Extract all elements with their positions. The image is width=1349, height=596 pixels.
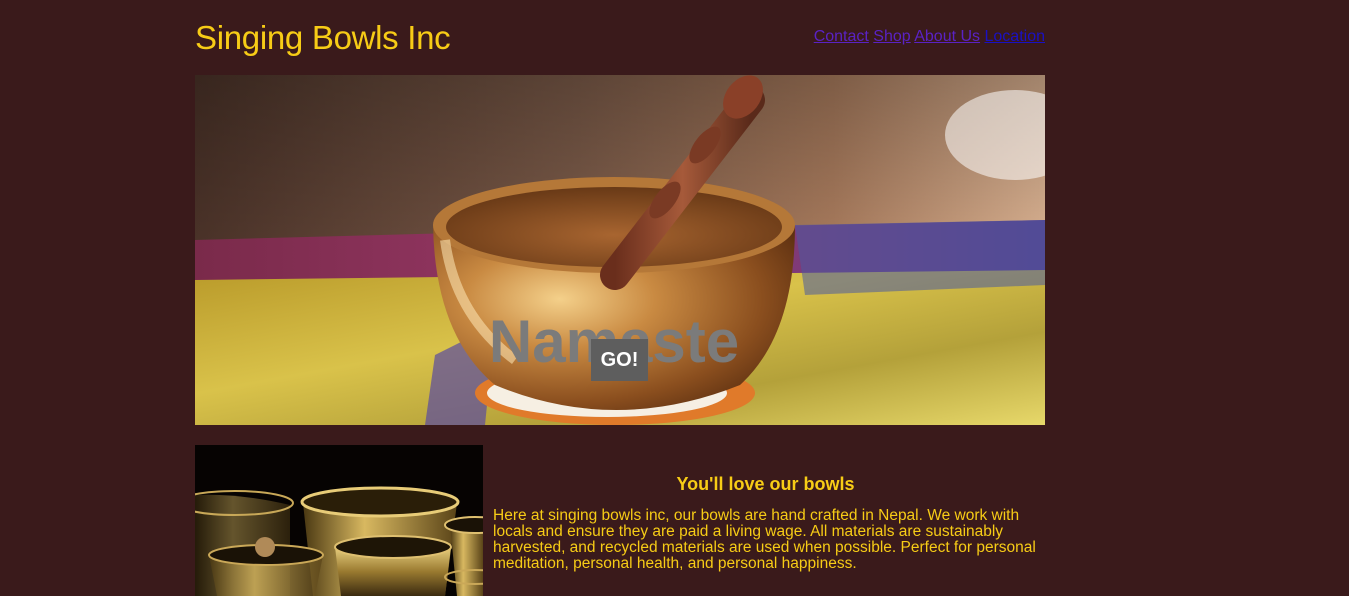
bowls-collection-image (195, 445, 483, 596)
about-body: Here at singing bowls inc, our bowls are… (493, 507, 1036, 572)
nav-link-contact[interactable]: Contact (814, 28, 869, 45)
nav-link-location[interactable]: Location (985, 28, 1046, 45)
nav-link-about-us[interactable]: About Us (914, 28, 980, 45)
nav-link-shop[interactable]: Shop (873, 28, 910, 45)
main-nav: Contact Shop About Us Location (814, 27, 1045, 47)
about-section: You'll love our bowls Here at singing bo… (493, 472, 1038, 572)
site-header: Singing Bowls Inc Contact Shop About Us … (195, 18, 1045, 62)
page: Singing Bowls Inc Contact Shop About Us … (0, 0, 1349, 596)
about-heading: You'll love our bowls (676, 474, 855, 494)
go-button[interactable]: GO! (591, 339, 648, 381)
site-title: Singing Bowls Inc (195, 19, 451, 56)
hero-banner: Namaste GO! (195, 75, 1045, 425)
bowls-collection-photo (195, 445, 483, 596)
